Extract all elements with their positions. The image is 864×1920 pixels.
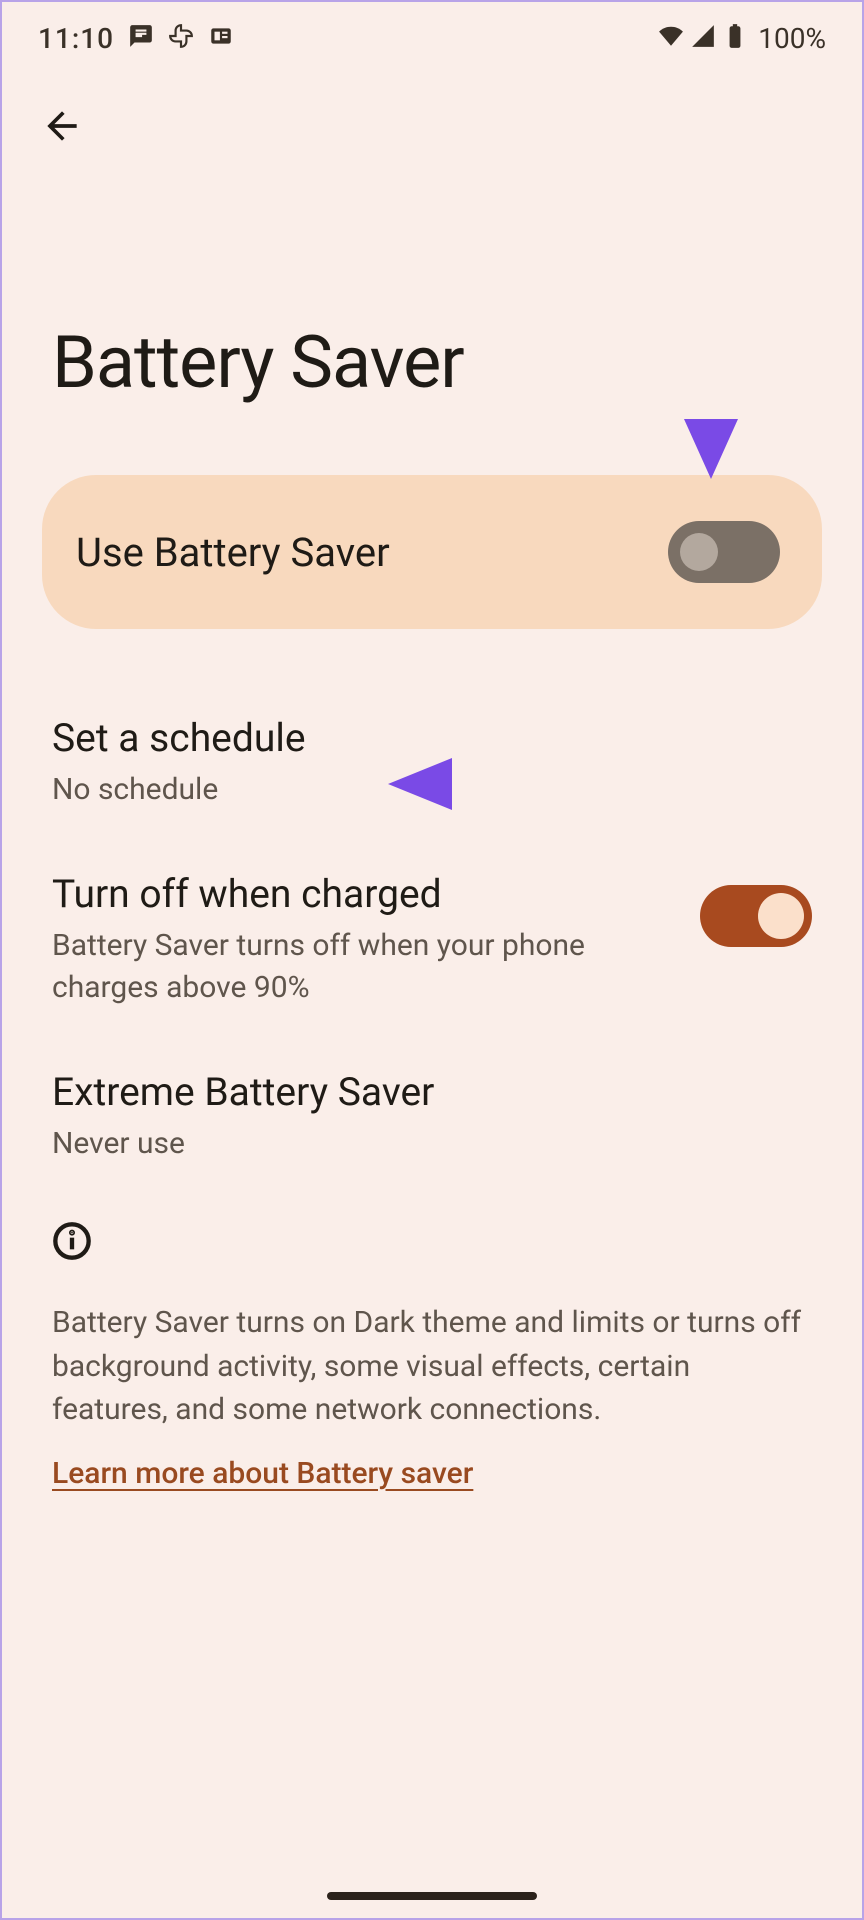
set-schedule-label: Set a schedule	[52, 715, 306, 761]
page-title: Battery Saver	[2, 150, 862, 475]
turn-off-when-charged-row[interactable]: Turn off when charged Battery Saver turn…	[52, 845, 812, 1043]
battery-percentage: 100%	[758, 22, 826, 55]
turn-off-label: Turn off when charged	[52, 871, 660, 917]
turn-off-when-charged-toggle[interactable]	[700, 885, 812, 947]
use-battery-saver-label: Use Battery Saver	[76, 529, 390, 576]
news-icon	[208, 23, 234, 53]
photos-icon	[168, 23, 194, 53]
wifi-icon	[658, 23, 684, 53]
messages-icon	[128, 23, 154, 53]
status-time: 11:10	[38, 22, 114, 55]
signal-icon	[690, 23, 716, 53]
extreme-battery-saver-row[interactable]: Extreme Battery Saver Never use	[52, 1043, 812, 1199]
use-battery-saver-toggle[interactable]	[668, 521, 780, 583]
turn-off-sub: Battery Saver turns off when your phone …	[52, 925, 660, 1009]
extreme-label: Extreme Battery Saver	[52, 1069, 434, 1115]
nav-handle[interactable]	[327, 1892, 537, 1900]
set-schedule-sub: No schedule	[52, 769, 306, 811]
back-button[interactable]	[38, 102, 86, 150]
info-icon	[52, 1221, 92, 1261]
battery-icon	[722, 23, 748, 53]
learn-more-link[interactable]: Learn more about Battery saver	[52, 1456, 473, 1491]
extreme-sub: Never use	[52, 1123, 434, 1165]
use-battery-saver-row[interactable]: Use Battery Saver	[42, 475, 822, 629]
status-bar: 11:10 100%	[2, 2, 862, 74]
set-schedule-row[interactable]: Set a schedule No schedule	[52, 689, 812, 845]
info-text: Battery Saver turns on Dark theme and li…	[52, 1301, 812, 1432]
arrow-back-icon	[40, 104, 84, 148]
